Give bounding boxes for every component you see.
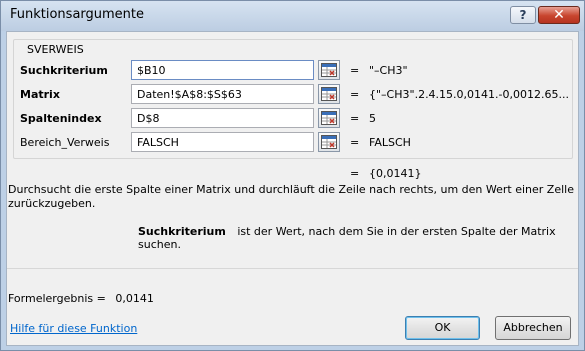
equals-sign: = [350, 136, 360, 149]
matrix-input[interactable]: Daten!$A$8:$S$63 [131, 84, 314, 104]
argument-row-bereich-verweis: Bereich_Verweis FALSCH = FALSCH [7, 132, 580, 154]
argument-help: Suchkriterium ist der Wert, nach dem Sie… [138, 225, 578, 251]
ok-button[interactable]: OK [405, 316, 480, 340]
dialog-title: Funktionsargumente [10, 7, 145, 22]
range-select-icon [321, 111, 337, 125]
help-button[interactable]: ? [510, 6, 536, 24]
argument-label: Bereich_Verweis [20, 136, 110, 149]
function-result: {0,0141} [369, 167, 422, 180]
argument-result: "–CH3" [369, 64, 408, 77]
collapse-dialog-button[interactable] [318, 60, 340, 80]
help-link[interactable]: Hilfe für diese Funktion [10, 322, 137, 335]
equals-sign: = [350, 112, 360, 125]
argument-label: Matrix [20, 88, 60, 101]
argument-label: Spaltenindex [20, 112, 102, 125]
function-name: SVERWEIS [25, 43, 86, 56]
collapse-dialog-button[interactable] [318, 132, 340, 152]
formula-result-label: Formelergebnis = [8, 292, 106, 305]
equals-sign: = [350, 88, 360, 101]
argument-row-spaltenindex: Spaltenindex D$8 = 5 [7, 108, 580, 130]
formula-result: Formelergebnis = 0,0141 [8, 292, 154, 305]
range-select-icon [321, 87, 337, 101]
argument-result: {"–CH3".2.4.15.0,0141.-0,0012.65... [369, 88, 569, 101]
argument-row-suchkriterium: Suchkriterium $B10 = "–CH3" [7, 60, 580, 82]
dialog-body: SVERWEIS Suchkriterium $B10 = "–CH3" Mat… [6, 31, 579, 346]
divider [7, 268, 578, 269]
formula-result-value: 0,0141 [115, 292, 154, 305]
dialog-window: Funktionsargumente ? ✕ SVERWEIS Suchkrit… [0, 0, 585, 351]
close-button[interactable]: ✕ [538, 6, 580, 24]
title-bar: Funktionsargumente ? ✕ [1, 1, 584, 31]
range-select-icon [321, 135, 337, 149]
argument-help-name: Suchkriterium [138, 225, 226, 238]
collapse-dialog-button[interactable] [318, 84, 340, 104]
collapse-dialog-button[interactable] [318, 108, 340, 128]
function-description: Durchsucht die erste Spalte einer Matrix… [8, 183, 574, 210]
argument-label: Suchkriterium [20, 64, 108, 77]
equals-sign: = [350, 167, 360, 180]
argument-result: FALSCH [369, 136, 411, 149]
equals-sign: = [350, 64, 360, 77]
argument-row-matrix: Matrix Daten!$A$8:$S$63 = {"–CH3".2.4.15… [7, 84, 580, 106]
argument-result: 5 [369, 112, 376, 125]
suchkriterium-input[interactable]: $B10 [131, 60, 314, 80]
spaltenindex-input[interactable]: D$8 [131, 108, 314, 128]
bereich-verweis-input[interactable]: FALSCH [131, 132, 314, 152]
range-select-icon [321, 63, 337, 77]
cancel-button[interactable]: Abbrechen [495, 316, 571, 340]
